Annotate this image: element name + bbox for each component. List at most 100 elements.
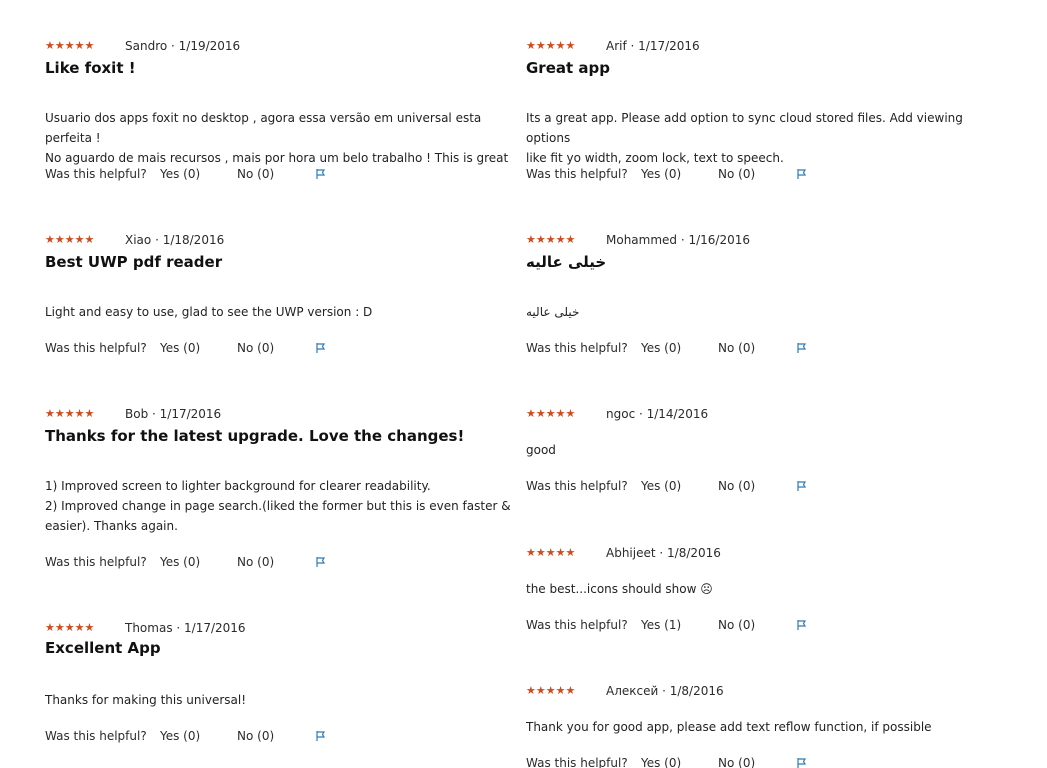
review-body: Its a great app. Please add option to sy…: [526, 108, 996, 168]
helpful-label: Was this helpful?: [526, 341, 628, 355]
helpful-yes-button[interactable]: Yes (0): [641, 340, 681, 356]
helpful-no-button[interactable]: No (0): [718, 617, 755, 633]
helpful-yes-button[interactable]: Yes (0): [160, 166, 200, 182]
review-title: Great app: [526, 59, 610, 77]
helpful-no-button[interactable]: No (0): [718, 755, 755, 768]
report-flag-icon[interactable]: [796, 619, 808, 631]
review-meta: ★★★★★ Thomas · 1/17/2016: [45, 620, 515, 636]
review-body-line: 2) Improved change in page search.(liked…: [45, 499, 511, 513]
helpful-yes-button[interactable]: Yes (0): [160, 554, 200, 570]
helpful-yes-button[interactable]: Yes (0): [641, 166, 681, 182]
review-title: Thanks for the latest upgrade. Love the …: [45, 427, 465, 445]
helpful-row: Was this helpful? Yes (0) No (0): [45, 728, 515, 744]
report-flag-icon[interactable]: [796, 168, 808, 180]
review-author-date: Abhijeet · 1/8/2016: [606, 546, 721, 560]
report-flag-icon[interactable]: [796, 757, 808, 768]
helpful-no-button[interactable]: No (0): [237, 554, 274, 570]
helpful-label: Was this helpful?: [526, 618, 628, 632]
review-meta: ★★★★★ Abhijeet · 1/8/2016: [526, 545, 996, 561]
review-card: ★★★★★ Arif · 1/17/2016 Great app Its a g…: [526, 38, 996, 181]
review-author-date: Sandro · 1/19/2016: [125, 39, 241, 53]
review-card: ★★★★★ Bob · 1/17/2016 Thanks for the lat…: [45, 406, 515, 569]
review-author-date: Mohammed · 1/16/2016: [606, 233, 751, 247]
helpful-label: Was this helpful?: [45, 341, 147, 355]
helpful-row: Was this helpful? Yes (0) No (0): [526, 478, 996, 494]
helpful-no-button[interactable]: No (0): [237, 166, 274, 182]
report-flag-icon[interactable]: [315, 556, 327, 568]
review-card: ★★★★★ ngoc · 1/14/2016 good Was this hel…: [526, 406, 996, 493]
helpful-row: Was this helpful? Yes (1) No (0): [526, 617, 996, 633]
helpful-no-button[interactable]: No (0): [237, 728, 274, 744]
helpful-row: Was this helpful? Yes (0) No (0): [45, 554, 515, 570]
helpful-row: Was this helpful? Yes (0) No (0): [45, 166, 515, 182]
review-body: Thanks for making this universal!: [45, 690, 515, 710]
helpful-row: Was this helpful? Yes (0) No (0): [526, 340, 996, 356]
review-body: Thank you for good app, please add text …: [526, 717, 996, 737]
star-rating: ★★★★★: [45, 621, 95, 634]
helpful-label: Was this helpful?: [526, 479, 628, 493]
review-body-line: Thank you for good app, please add text …: [526, 720, 932, 734]
review-meta: ★★★★★ Алексей · 1/8/2016: [526, 683, 996, 699]
review-body-line: like fit yo width, zoom lock, text to sp…: [526, 151, 784, 165]
helpful-label: Was this helpful?: [526, 756, 628, 768]
star-rating: ★★★★★: [526, 233, 576, 246]
review-body: the best...icons should show ☹: [526, 579, 996, 599]
review-card: ★★★★★ Mohammed · 1/16/2016 خیلی عالیه خی…: [526, 232, 996, 355]
review-title: Excellent App: [45, 639, 161, 657]
report-flag-icon[interactable]: [315, 730, 327, 742]
review-meta: ★★★★★ Mohammed · 1/16/2016: [526, 232, 996, 248]
review-body-line: 1) Improved screen to lighter background…: [45, 479, 431, 493]
helpful-no-button[interactable]: No (0): [237, 340, 274, 356]
review-author-date: Алексей · 1/8/2016: [606, 684, 724, 698]
review-body-line: Usuario dos apps foxit no desktop , agor…: [45, 111, 482, 145]
report-flag-icon[interactable]: [796, 342, 808, 354]
helpful-row: Was this helpful? Yes (0) No (0): [526, 166, 996, 182]
helpful-label: Was this helpful?: [526, 167, 628, 181]
review-title: Like foxit !: [45, 59, 136, 77]
report-flag-icon[interactable]: [315, 342, 327, 354]
review-body: Light and easy to use, glad to see the U…: [45, 302, 515, 322]
review-meta: ★★★★★ ngoc · 1/14/2016: [526, 406, 996, 422]
review-card: ★★★★★ Алексей · 1/8/2016 Thank you for g…: [526, 683, 996, 768]
helpful-yes-button[interactable]: Yes (0): [641, 755, 681, 768]
helpful-yes-button[interactable]: Yes (1): [641, 617, 681, 633]
review-meta: ★★★★★ Sandro · 1/19/2016: [45, 38, 515, 54]
report-flag-icon[interactable]: [796, 480, 808, 492]
helpful-label: Was this helpful?: [45, 167, 147, 181]
helpful-yes-button[interactable]: Yes (0): [160, 728, 200, 744]
review-card: ★★★★★ Sandro · 1/19/2016 Like foxit ! Us…: [45, 38, 515, 181]
review-author-date: Arif · 1/17/2016: [606, 39, 700, 53]
report-flag-icon[interactable]: [315, 168, 327, 180]
helpful-no-button[interactable]: No (0): [718, 478, 755, 494]
helpful-yes-button[interactable]: Yes (0): [641, 478, 681, 494]
review-body-line: Its a great app. Please add option to sy…: [526, 111, 963, 145]
review-body: خیلی عالیه: [526, 302, 996, 322]
review-body-line: good: [526, 443, 556, 457]
review-body-line: Thanks for making this universal!: [45, 693, 247, 707]
review-meta: ★★★★★ Arif · 1/17/2016: [526, 38, 996, 54]
star-rating: ★★★★★: [526, 39, 576, 52]
review-card: ★★★★★ Xiao · 1/18/2016 Best UWP pdf read…: [45, 232, 515, 355]
review-author-date: Thomas · 1/17/2016: [125, 621, 246, 635]
review-meta: ★★★★★ Xiao · 1/18/2016: [45, 232, 515, 248]
helpful-no-button[interactable]: No (0): [718, 340, 755, 356]
star-rating: ★★★★★: [526, 407, 576, 420]
helpful-yes-button[interactable]: Yes (0): [160, 340, 200, 356]
helpful-row: Was this helpful? Yes (0) No (0): [45, 340, 515, 356]
review-meta: ★★★★★ Bob · 1/17/2016: [45, 406, 515, 422]
review-author-date: Bob · 1/17/2016: [125, 407, 222, 421]
review-body-line: No aguardo de mais recursos , mais por h…: [45, 151, 509, 165]
review-body-line: easier). Thanks again.: [45, 519, 178, 533]
star-rating: ★★★★★: [526, 684, 576, 697]
helpful-no-button[interactable]: No (0): [718, 166, 755, 182]
review-body-line: خیلی عالیه: [526, 305, 580, 319]
star-rating: ★★★★★: [45, 233, 95, 246]
review-title: Best UWP pdf reader: [45, 253, 223, 271]
star-rating: ★★★★★: [526, 546, 576, 559]
review-body: good: [526, 440, 996, 460]
star-rating: ★★★★★: [45, 39, 95, 52]
review-body: Usuario dos apps foxit no desktop , agor…: [45, 108, 515, 168]
star-rating: ★★★★★: [45, 407, 95, 420]
review-body-line: Light and easy to use, glad to see the U…: [45, 305, 373, 319]
review-author-date: Xiao · 1/18/2016: [125, 233, 225, 247]
